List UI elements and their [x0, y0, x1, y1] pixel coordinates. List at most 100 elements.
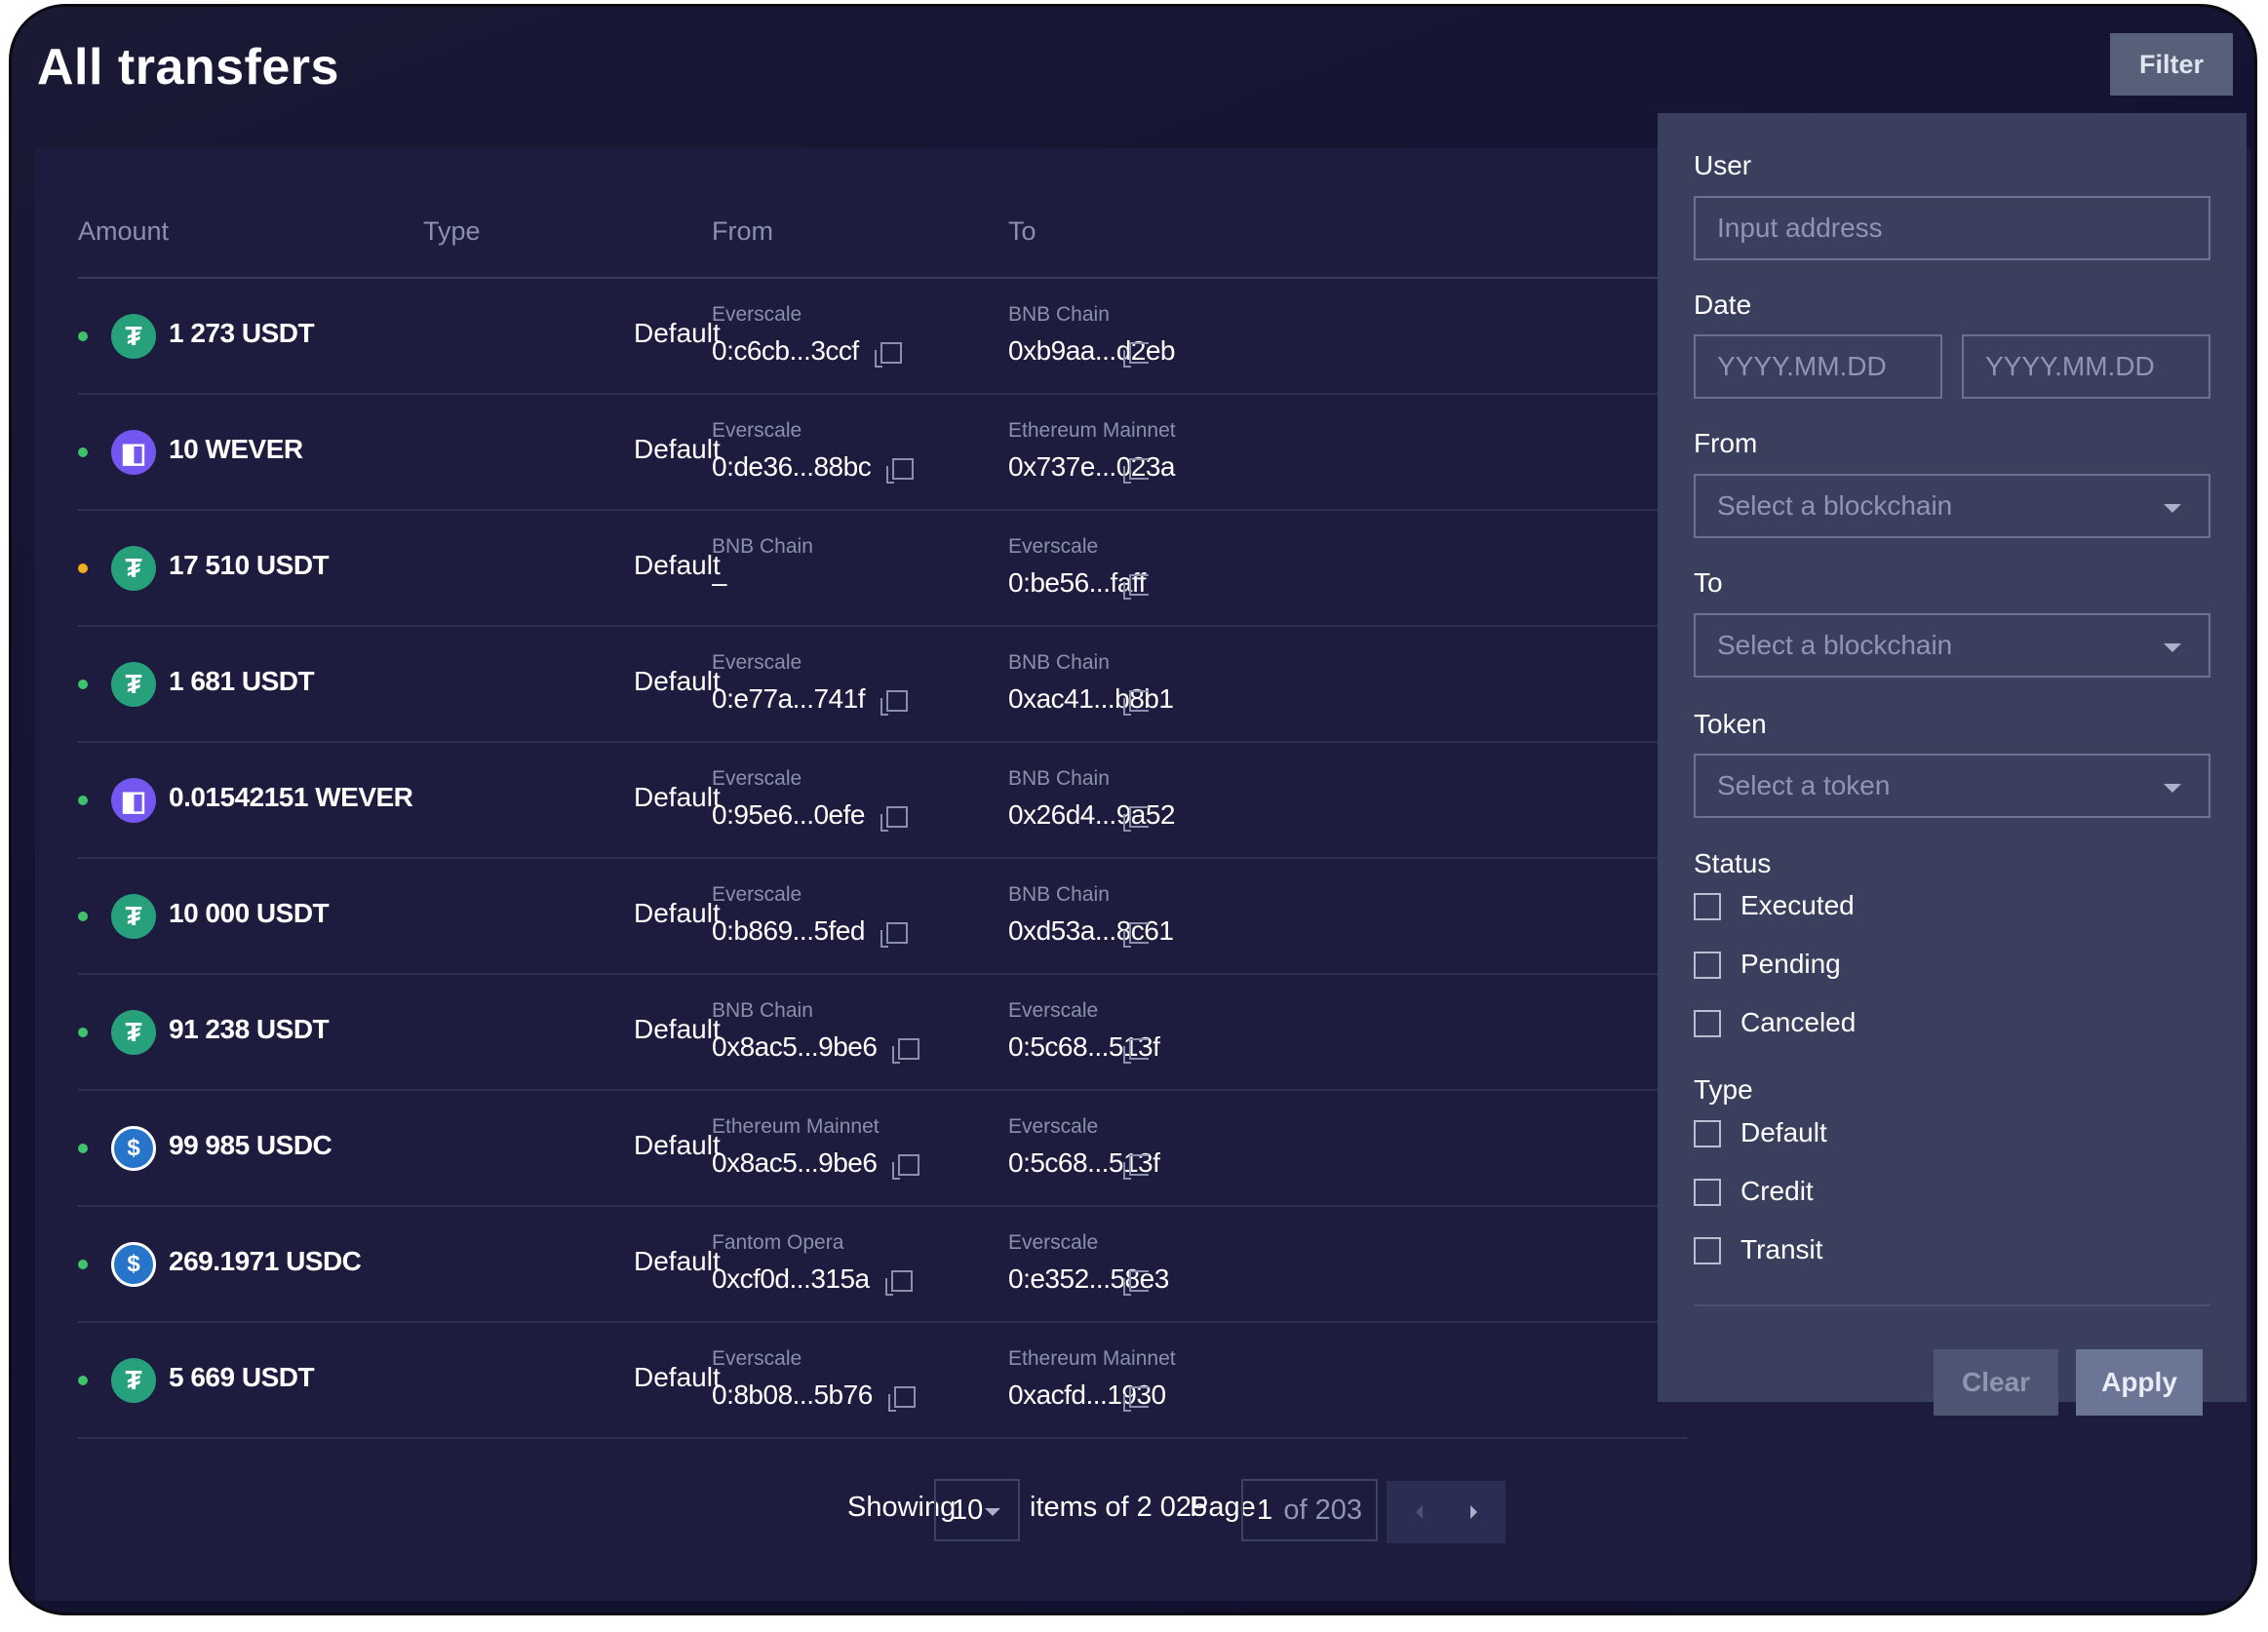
chevron-left-icon: [1415, 1505, 1423, 1519]
amount-value: 269.1971 USDC: [169, 1246, 362, 1276]
type-default-checkbox[interactable]: [1694, 1120, 1721, 1147]
to-select-placeholder: Select a blockchain: [1717, 630, 1953, 660]
status-pending-label: Pending: [1740, 949, 1841, 979]
amount-value: 17 510 USDT: [169, 550, 330, 580]
from-address[interactable]: 0x8ac5...9be6: [712, 1031, 878, 1063]
table-row[interactable]: ₮ 10 000 USDT Default Everscale 0:b869...5fe…: [78, 859, 1687, 975]
copy-icon[interactable]: [880, 806, 908, 832]
transfer-type: Default: [634, 1362, 721, 1392]
status-dot: [78, 912, 88, 921]
type-transit-checkbox[interactable]: [1694, 1237, 1721, 1264]
from-select-placeholder: Select a blockchain: [1717, 490, 1953, 521]
date-to-input[interactable]: YYYY.MM.DD: [1962, 334, 2210, 399]
amount-value: 1 681 USDT: [169, 666, 315, 696]
copy-icon[interactable]: [1123, 458, 1149, 484]
chevron-down-icon: [2164, 643, 2181, 652]
copy-icon[interactable]: [1123, 1270, 1149, 1296]
table-row[interactable]: ₮ 5 669 USDT Default Everscale 0:8b08...5b76…: [78, 1323, 1687, 1439]
filter-button[interactable]: Filter: [2110, 33, 2233, 96]
tether-icon: ₮: [111, 662, 156, 707]
copy-icon[interactable]: [875, 342, 902, 368]
column-header-from: From: [712, 216, 773, 246]
status-dot: [78, 680, 88, 689]
from-chain: Everscale: [712, 883, 802, 906]
copy-icon[interactable]: [880, 922, 908, 948]
usdc-icon: $: [111, 1126, 156, 1171]
amount-value: 10 WEVER: [169, 434, 303, 464]
status-dot: [78, 447, 88, 457]
from-address[interactable]: 0:e77a...741f: [712, 683, 865, 715]
from-address[interactable]: 0:b869...5fed: [712, 915, 865, 947]
table-row[interactable]: ₮ 1 273 USDT Default Everscale 0:c6cb...3ccf…: [78, 279, 1687, 395]
transfer-type: Default: [634, 666, 721, 696]
status-canceled-label: Canceled: [1740, 1007, 1857, 1037]
column-header-to: To: [1008, 216, 1036, 246]
from-blockchain-select[interactable]: Select a blockchain: [1694, 474, 2210, 538]
table-row[interactable]: ₮ 17 510 USDT Default BNB Chain – Everscale 0:…: [78, 511, 1687, 627]
copy-icon[interactable]: [1123, 922, 1149, 948]
page-input-value: 1: [1257, 1495, 1273, 1526]
status-canceled-checkbox[interactable]: [1694, 1010, 1721, 1037]
from-chain: BNB Chain: [712, 535, 813, 558]
copy-icon[interactable]: [1123, 342, 1149, 368]
from-address[interactable]: 0:95e6...0efe: [712, 799, 865, 831]
copy-icon[interactable]: [1123, 1154, 1149, 1180]
token-select[interactable]: Select a token: [1694, 754, 2210, 818]
copy-icon[interactable]: [1123, 690, 1149, 716]
from-address[interactable]: –: [712, 567, 727, 599]
to-blockchain-select[interactable]: Select a blockchain: [1694, 613, 2210, 678]
filter-panel: User Input address Date YYYY.MM.DD YYYY.…: [1658, 113, 2247, 1416]
from-address[interactable]: 0x8ac5...9be6: [712, 1147, 878, 1179]
copy-icon[interactable]: [1123, 1038, 1149, 1064]
to-address[interactable]: 0xd53a...8c61: [1008, 915, 1174, 947]
filter-divider: [1694, 1304, 2210, 1306]
to-chain: Everscale: [1008, 1115, 1099, 1138]
chevron-down-icon: [985, 1508, 1000, 1516]
copy-icon[interactable]: [888, 1386, 916, 1412]
type-credit-label: Credit: [1740, 1176, 1814, 1206]
page-size-select[interactable]: 10: [934, 1479, 1020, 1541]
from-address[interactable]: 0:c6cb...3ccf: [712, 335, 859, 367]
table-row[interactable]: $269.1971 USDC Default Fantom Opera 0xcf0d.…: [78, 1207, 1687, 1323]
status-pending-checkbox[interactable]: [1694, 952, 1721, 979]
copy-icon[interactable]: [886, 458, 914, 484]
status-dot: [78, 1144, 88, 1153]
page-total: of 203: [1283, 1495, 1362, 1526]
status-executed-checkbox[interactable]: [1694, 893, 1721, 920]
next-page-button[interactable]: [1441, 1481, 1505, 1543]
copy-icon[interactable]: [880, 690, 908, 716]
table-row[interactable]: ₮ 1 681 USDT Default Everscale 0:e77a...741f…: [78, 627, 1687, 743]
copy-icon[interactable]: [885, 1270, 913, 1296]
copy-icon[interactable]: [892, 1038, 919, 1064]
to-chain: Everscale: [1008, 999, 1099, 1022]
copy-icon[interactable]: [1123, 574, 1149, 600]
chevron-down-icon: [2164, 784, 2181, 793]
table-row[interactable]: ◧ 0.01542151 WEVER Default Everscale 0:95e6.…: [78, 743, 1687, 859]
to-chain: BNB Chain: [1008, 303, 1110, 326]
copy-icon[interactable]: [1123, 806, 1149, 832]
user-address-input[interactable]: Input address: [1694, 196, 2210, 260]
type-credit-checkbox[interactable]: [1694, 1179, 1721, 1206]
to-address[interactable]: 0x737e...023a: [1008, 451, 1176, 483]
apply-button[interactable]: Apply: [2076, 1349, 2203, 1416]
to-address[interactable]: 0xb9aa...d2eb: [1008, 335, 1176, 367]
from-address[interactable]: 0:8b08...5b76: [712, 1379, 873, 1411]
from-address[interactable]: 0:de36...88bc: [712, 451, 872, 483]
copy-icon[interactable]: [1123, 1386, 1149, 1412]
copy-icon[interactable]: [892, 1154, 919, 1180]
table-row[interactable]: $99 985 USDC Default Ethereum Mainnet 0x8ac…: [78, 1091, 1687, 1207]
amount-value: 0.01542151 WEVER: [169, 782, 413, 812]
date-from-input[interactable]: YYYY.MM.DD: [1694, 334, 1942, 399]
from-address[interactable]: 0xcf0d...315a: [712, 1263, 870, 1295]
table-row[interactable]: ₮ 91 238 USDT Default BNB Chain 0x8ac5...9be…: [78, 975, 1687, 1091]
amount-value: 10 000 USDT: [169, 898, 330, 928]
to-address[interactable]: 0xac41...b8b1: [1008, 683, 1174, 715]
status-dot: [78, 1376, 88, 1385]
column-header-amount: Amount: [78, 216, 170, 246]
clear-button[interactable]: Clear: [1934, 1349, 2058, 1416]
table-row[interactable]: ◧ 10 WEVER Default Everscale 0:de36...88bc Et…: [78, 395, 1687, 511]
to-address[interactable]: 0x26d4...9a52: [1008, 799, 1176, 831]
table-header: Amount Type From To: [78, 216, 1687, 279]
transfer-type: Default: [634, 318, 721, 348]
page-input[interactable]: 1 of 203: [1241, 1479, 1378, 1541]
